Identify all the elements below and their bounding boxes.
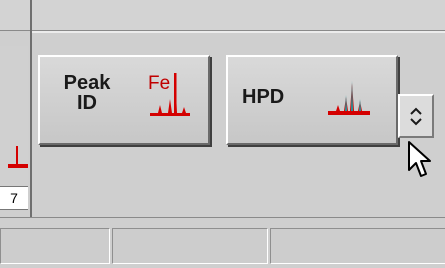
top-toolbar-strip xyxy=(0,0,445,31)
spectrum-peak-mark xyxy=(16,146,18,164)
peak-id-label: Peak ID xyxy=(52,73,122,113)
hpd-button[interactable]: HPD xyxy=(226,55,398,145)
status-bar xyxy=(0,217,445,268)
spinner-button[interactable] xyxy=(398,94,434,138)
peak-id-button[interactable]: Peak ID Fe xyxy=(38,55,210,145)
hpd-label: HPD xyxy=(242,86,285,108)
status-segment xyxy=(112,228,268,264)
up-down-chevron-icon xyxy=(410,107,422,126)
mouse-pointer-icon xyxy=(407,140,433,184)
status-segment xyxy=(270,228,445,264)
spectrum-chart-sliver xyxy=(0,46,28,186)
peak-id-label-line1: Peak xyxy=(63,72,111,94)
panel-highlight-edge xyxy=(32,31,445,33)
channel-readout: 7 xyxy=(0,186,28,210)
fe-spectrum-icon: Fe xyxy=(148,71,190,123)
spectrum-baseline xyxy=(8,164,28,168)
status-segment xyxy=(0,228,110,264)
spectrum-peaks-icon xyxy=(326,73,372,123)
fe-element-label: Fe xyxy=(148,73,170,94)
peak-id-label-line2: ID xyxy=(77,92,97,114)
